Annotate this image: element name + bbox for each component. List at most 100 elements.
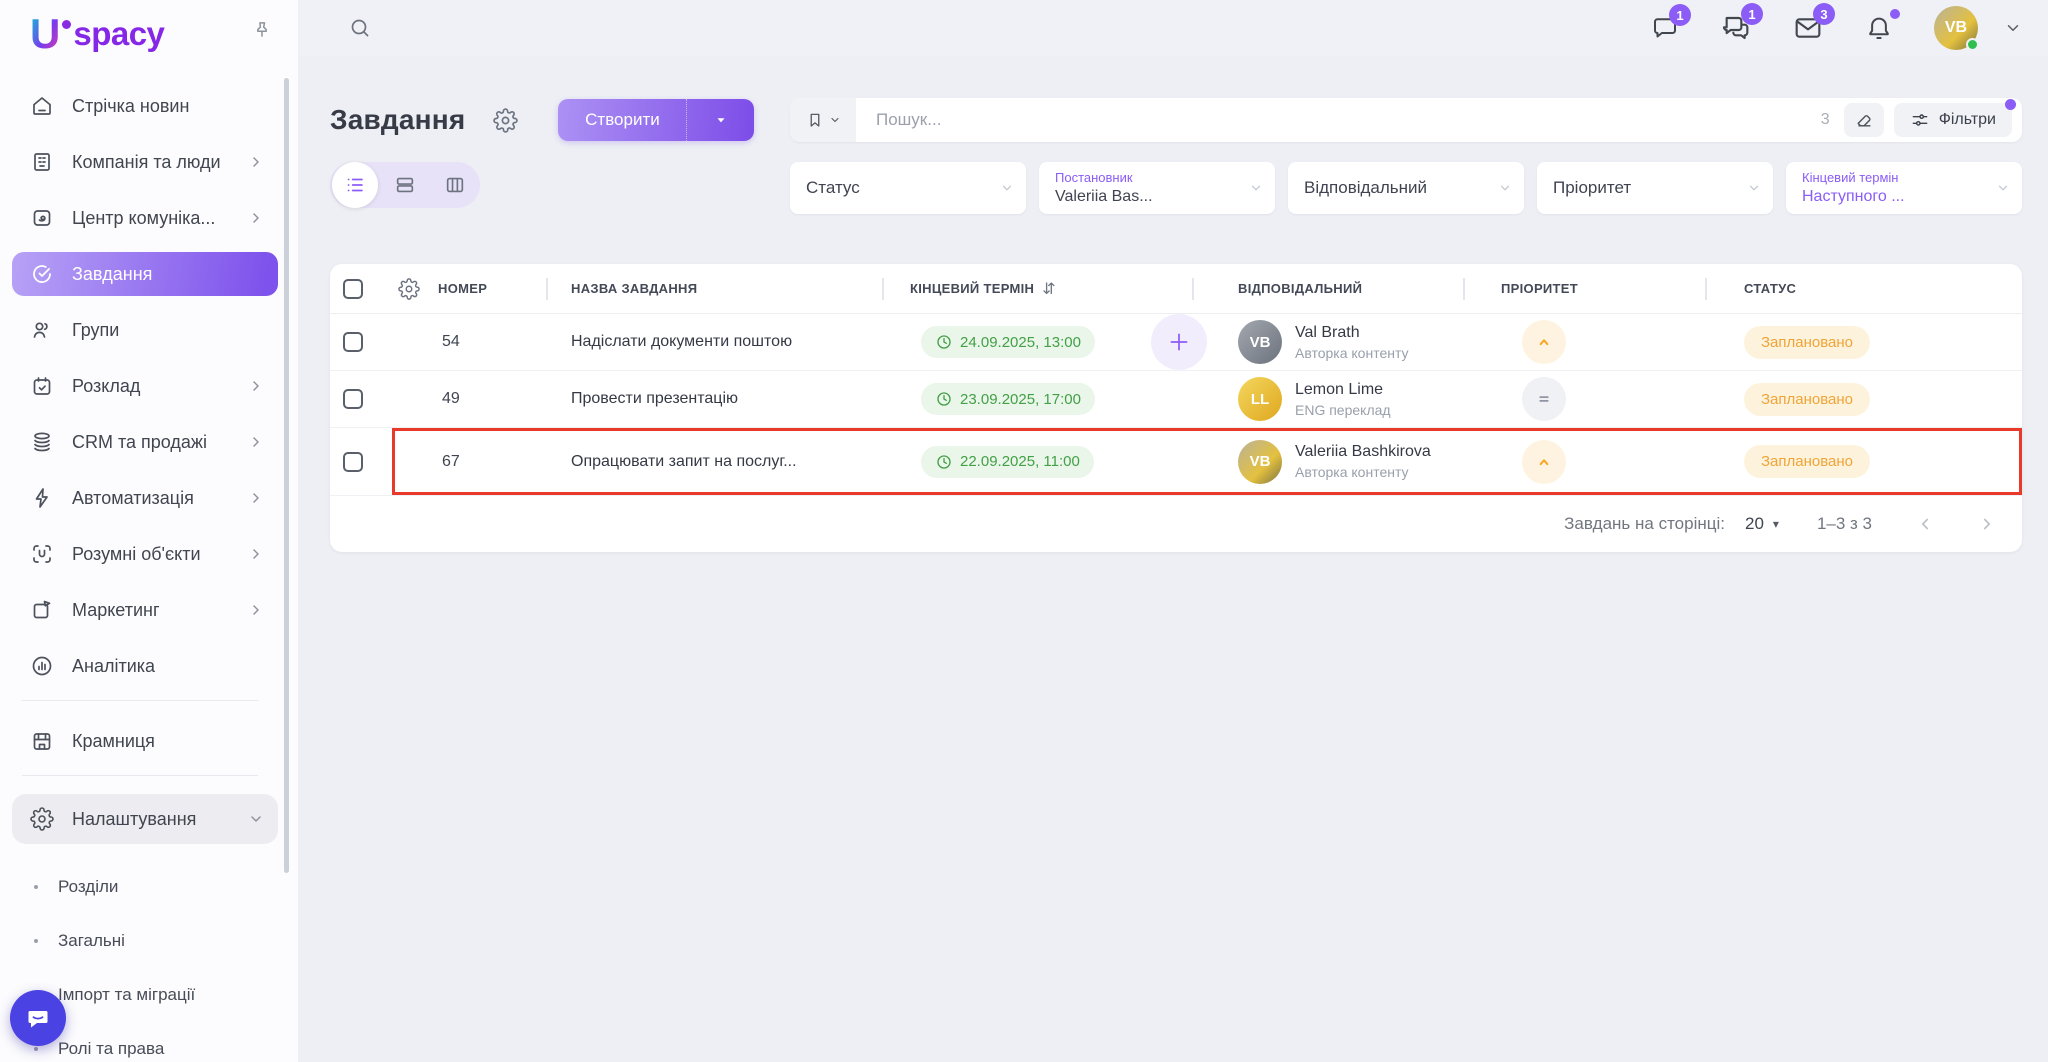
page-size-select[interactable]: 20 ▾ xyxy=(1745,514,1779,534)
sort-arrows-icon[interactable]: ⇵ xyxy=(1042,279,1056,299)
create-dropdown-arrow[interactable] xyxy=(686,99,754,141)
sidebar-item-analytics[interactable]: Аналітика xyxy=(12,644,278,688)
chat-icon[interactable]: 1 xyxy=(1650,13,1680,43)
clear-filters-eraser-icon[interactable] xyxy=(1844,103,1884,137)
task-title[interactable]: Надіслати документи поштою xyxy=(548,333,884,351)
tasks-table: НОМЕР НАЗВА ЗАВДАННЯ КІНЦЕВИЙ ТЕРМІН ⇵ В… xyxy=(330,264,2022,552)
deadline-pill: 23.09.2025, 17:00 xyxy=(921,383,1095,415)
filter-responsible[interactable]: Відповідальний xyxy=(1288,162,1524,214)
assignee-name[interactable]: Valeriia Bashkirova xyxy=(1295,443,1431,461)
priority-badge xyxy=(1522,377,1566,421)
sidebar-item-label: Компанія та люди xyxy=(72,152,248,173)
page-header: Завдання Створити 3 xyxy=(330,94,2022,146)
previous-page-button[interactable] xyxy=(1916,515,1934,533)
table-row[interactable]: 54 Надіслати документи поштою 24.09.2025… xyxy=(330,314,2022,371)
sidebar-scrollbar[interactable] xyxy=(284,78,289,873)
view-list-button[interactable] xyxy=(332,162,378,208)
smart-objects-icon xyxy=(30,541,56,567)
sidebar-nav: Стрічка новин Компанія та люди Центр ком… xyxy=(0,62,298,844)
task-title[interactable]: Провести презентацію xyxy=(548,390,884,408)
submenu-item-sections[interactable]: Розділи xyxy=(0,860,298,914)
sidebar-item-comm-center[interactable]: Центр комуніка... xyxy=(12,196,278,240)
clock-icon xyxy=(935,390,953,408)
chevron-right-icon xyxy=(248,210,264,226)
table-header-row: НОМЕР НАЗВА ЗАВДАННЯ КІНЦЕВИЙ ТЕРМІН ⇵ В… xyxy=(330,264,2022,314)
home-icon xyxy=(30,93,56,119)
sidebar-item-crm[interactable]: CRM та продажі xyxy=(12,420,278,464)
create-task-button[interactable]: Створити xyxy=(558,99,754,141)
row-checkbox[interactable] xyxy=(343,389,363,409)
logo-dot xyxy=(62,20,71,29)
sidebar-item-store[interactable]: Крамниця xyxy=(12,719,278,763)
analytics-icon xyxy=(30,653,56,679)
sidebar-item-marketing[interactable]: Маркетинг xyxy=(12,588,278,632)
select-all-checkbox[interactable] xyxy=(343,279,363,299)
assignee-name[interactable]: Lemon Lime xyxy=(1295,381,1391,399)
profile-menu-chevron-icon[interactable] xyxy=(2004,19,2022,37)
sidebar-item-newsfeed[interactable]: Стрічка новин xyxy=(12,84,278,128)
group-chat-icon[interactable]: 1 xyxy=(1720,12,1752,44)
row-checkbox[interactable] xyxy=(343,332,363,352)
sidebar-item-schedule[interactable]: Розклад xyxy=(12,364,278,408)
mail-icon[interactable]: 3 xyxy=(1792,12,1824,44)
filter-priority[interactable]: Пріоритет xyxy=(1537,162,1773,214)
global-search-icon[interactable] xyxy=(348,16,372,40)
pin-sidebar-icon[interactable] xyxy=(252,20,272,40)
assignee-name[interactable]: Val Brath xyxy=(1295,324,1409,342)
filter-value: Valeriia Bas... xyxy=(1055,188,1249,206)
submenu-item-general[interactable]: Загальні xyxy=(0,914,298,968)
table-row-highlighted[interactable]: 67 Опрацювати запит на послуг... 22.09.2… xyxy=(330,428,2022,496)
create-button-label[interactable]: Створити xyxy=(558,99,686,141)
mail-badge: 3 xyxy=(1813,3,1835,25)
support-chat-button[interactable] xyxy=(10,990,66,1046)
chevron-right-icon xyxy=(248,154,264,170)
column-header-status[interactable]: СТАТУС xyxy=(1744,281,1796,296)
filter-value: Наступного ... xyxy=(1802,188,1996,206)
column-header-assignee[interactable]: ВІДПОВІДАЛЬНИЙ xyxy=(1238,281,1362,296)
table-settings-gear-icon[interactable] xyxy=(398,278,420,300)
bullet-dot xyxy=(34,1047,38,1051)
page-title: Завдання xyxy=(330,104,465,136)
add-subtask-button[interactable] xyxy=(1151,314,1207,370)
column-header-priority[interactable]: ПРІОРИТЕТ xyxy=(1501,281,1578,296)
next-page-button[interactable] xyxy=(1978,515,1996,533)
chat-smile-icon xyxy=(24,1004,52,1032)
saved-filters-bookmark[interactable] xyxy=(790,98,856,142)
deadline-text: 22.09.2025, 11:00 xyxy=(960,453,1080,470)
row-checkbox[interactable] xyxy=(343,452,363,472)
filter-author[interactable]: Постановник Valeriia Bas... xyxy=(1039,162,1275,214)
sidebar-item-settings[interactable]: Налаштування xyxy=(12,794,278,844)
sidebar-item-smart-objects[interactable]: Розумні об'єкти xyxy=(12,532,278,576)
filter-label: Пріоритет xyxy=(1553,178,1631,197)
table-row[interactable]: 49 Провести презентацію 23.09.2025, 17:0… xyxy=(330,371,2022,428)
column-header-deadline[interactable]: КІНЦЕВИЙ ТЕРМІН xyxy=(910,281,1034,296)
sidebar-item-groups[interactable]: Групи xyxy=(12,308,278,352)
assignee-avatar: LL xyxy=(1238,377,1282,421)
column-header-title[interactable]: НАЗВА ЗАВДАННЯ xyxy=(571,281,697,296)
group-chat-badge: 1 xyxy=(1741,3,1763,25)
task-number: 67 xyxy=(390,453,548,471)
priority-medium-icon xyxy=(1535,390,1553,408)
assignee-avatar: VB xyxy=(1238,320,1282,364)
priority-badge xyxy=(1522,320,1566,364)
sidebar-item-company-people[interactable]: Компанія та люди xyxy=(12,140,278,184)
sidebar-item-label: Маркетинг xyxy=(72,600,248,621)
app-window: U spacy Стрічка новин Компанія та люди Ц… xyxy=(0,0,2048,1062)
page-settings-gear-icon[interactable] xyxy=(493,108,518,133)
view-rows-button[interactable] xyxy=(380,162,430,208)
user-avatar[interactable]: VB xyxy=(1934,6,1978,50)
filter-deadline[interactable]: Кінцевий термін Наступного ... xyxy=(1786,162,2022,214)
sidebar-item-tasks[interactable]: Завдання xyxy=(12,252,278,296)
filter-status[interactable]: Статус xyxy=(790,162,1026,214)
sidebar-item-automation[interactable]: Автоматизація xyxy=(12,476,278,520)
view-kanban-button[interactable] xyxy=(430,162,480,208)
page-size-value: 20 xyxy=(1745,514,1764,534)
search-input[interactable] xyxy=(856,110,1821,130)
task-title[interactable]: Опрацювати запит на послуг... xyxy=(548,453,884,471)
main-area: 1 1 3 VB xyxy=(298,0,2048,1062)
column-header-number[interactable]: НОМЕР xyxy=(438,281,487,296)
chevron-down-icon xyxy=(1747,181,1761,195)
bell-icon[interactable] xyxy=(1864,13,1894,43)
lightning-icon xyxy=(30,485,56,511)
filters-button[interactable]: Фільтри xyxy=(1894,103,2012,137)
